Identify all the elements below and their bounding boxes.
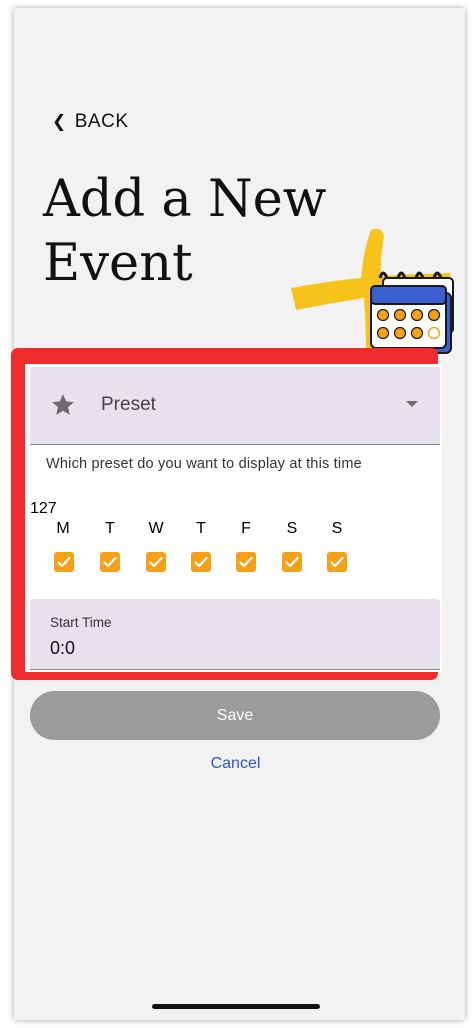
preset-dropdown[interactable]: Preset (30, 367, 440, 445)
checkmark-icon (239, 556, 253, 568)
day-label-sat: S (286, 520, 298, 537)
day-label-fri: F (241, 520, 251, 537)
day-label-mon: M (56, 520, 70, 537)
save-button[interactable]: Save (30, 691, 440, 740)
calendar-plus-illustration (291, 228, 454, 362)
checkbox-fri[interactable] (236, 552, 256, 572)
checkbox-wed[interactable] (146, 552, 166, 572)
day-label-tue: T (105, 520, 115, 537)
checkmark-icon (57, 556, 71, 568)
checkbox-mon[interactable] (54, 552, 74, 572)
checkmark-icon (330, 556, 344, 568)
start-time-value: 0:0 (50, 638, 76, 658)
checkmark-icon (149, 556, 163, 568)
page-title-line2: Event (43, 234, 193, 293)
home-indicator (152, 1004, 320, 1009)
day-label-sun: S (331, 520, 343, 537)
checkbox-sun[interactable] (327, 552, 347, 572)
checkbox-tue[interactable] (100, 552, 120, 572)
start-time-label: Start Time (50, 615, 112, 630)
cancel-button[interactable]: Cancel (0, 755, 471, 773)
day-label-wed: W (148, 520, 164, 537)
preset-label: Preset (101, 394, 156, 415)
days-count: 127 (30, 500, 57, 517)
checkmark-icon (285, 556, 299, 568)
preset-helper-text: Which preset do you want to display at t… (46, 456, 362, 472)
chevron-left-icon: ❮ (52, 112, 67, 131)
day-label-thu: T (196, 520, 206, 537)
checkmark-icon (103, 556, 117, 568)
back-button[interactable]: ❮ BACK (52, 111, 129, 133)
checkmark-icon (194, 556, 208, 568)
dropdown-caret-icon (406, 401, 418, 407)
start-time-field[interactable]: Start Time 0:0 (30, 599, 440, 670)
star-icon (52, 394, 74, 415)
checkbox-sat[interactable] (282, 552, 302, 572)
checkbox-thu[interactable] (191, 552, 211, 572)
back-label: BACK (74, 111, 129, 132)
